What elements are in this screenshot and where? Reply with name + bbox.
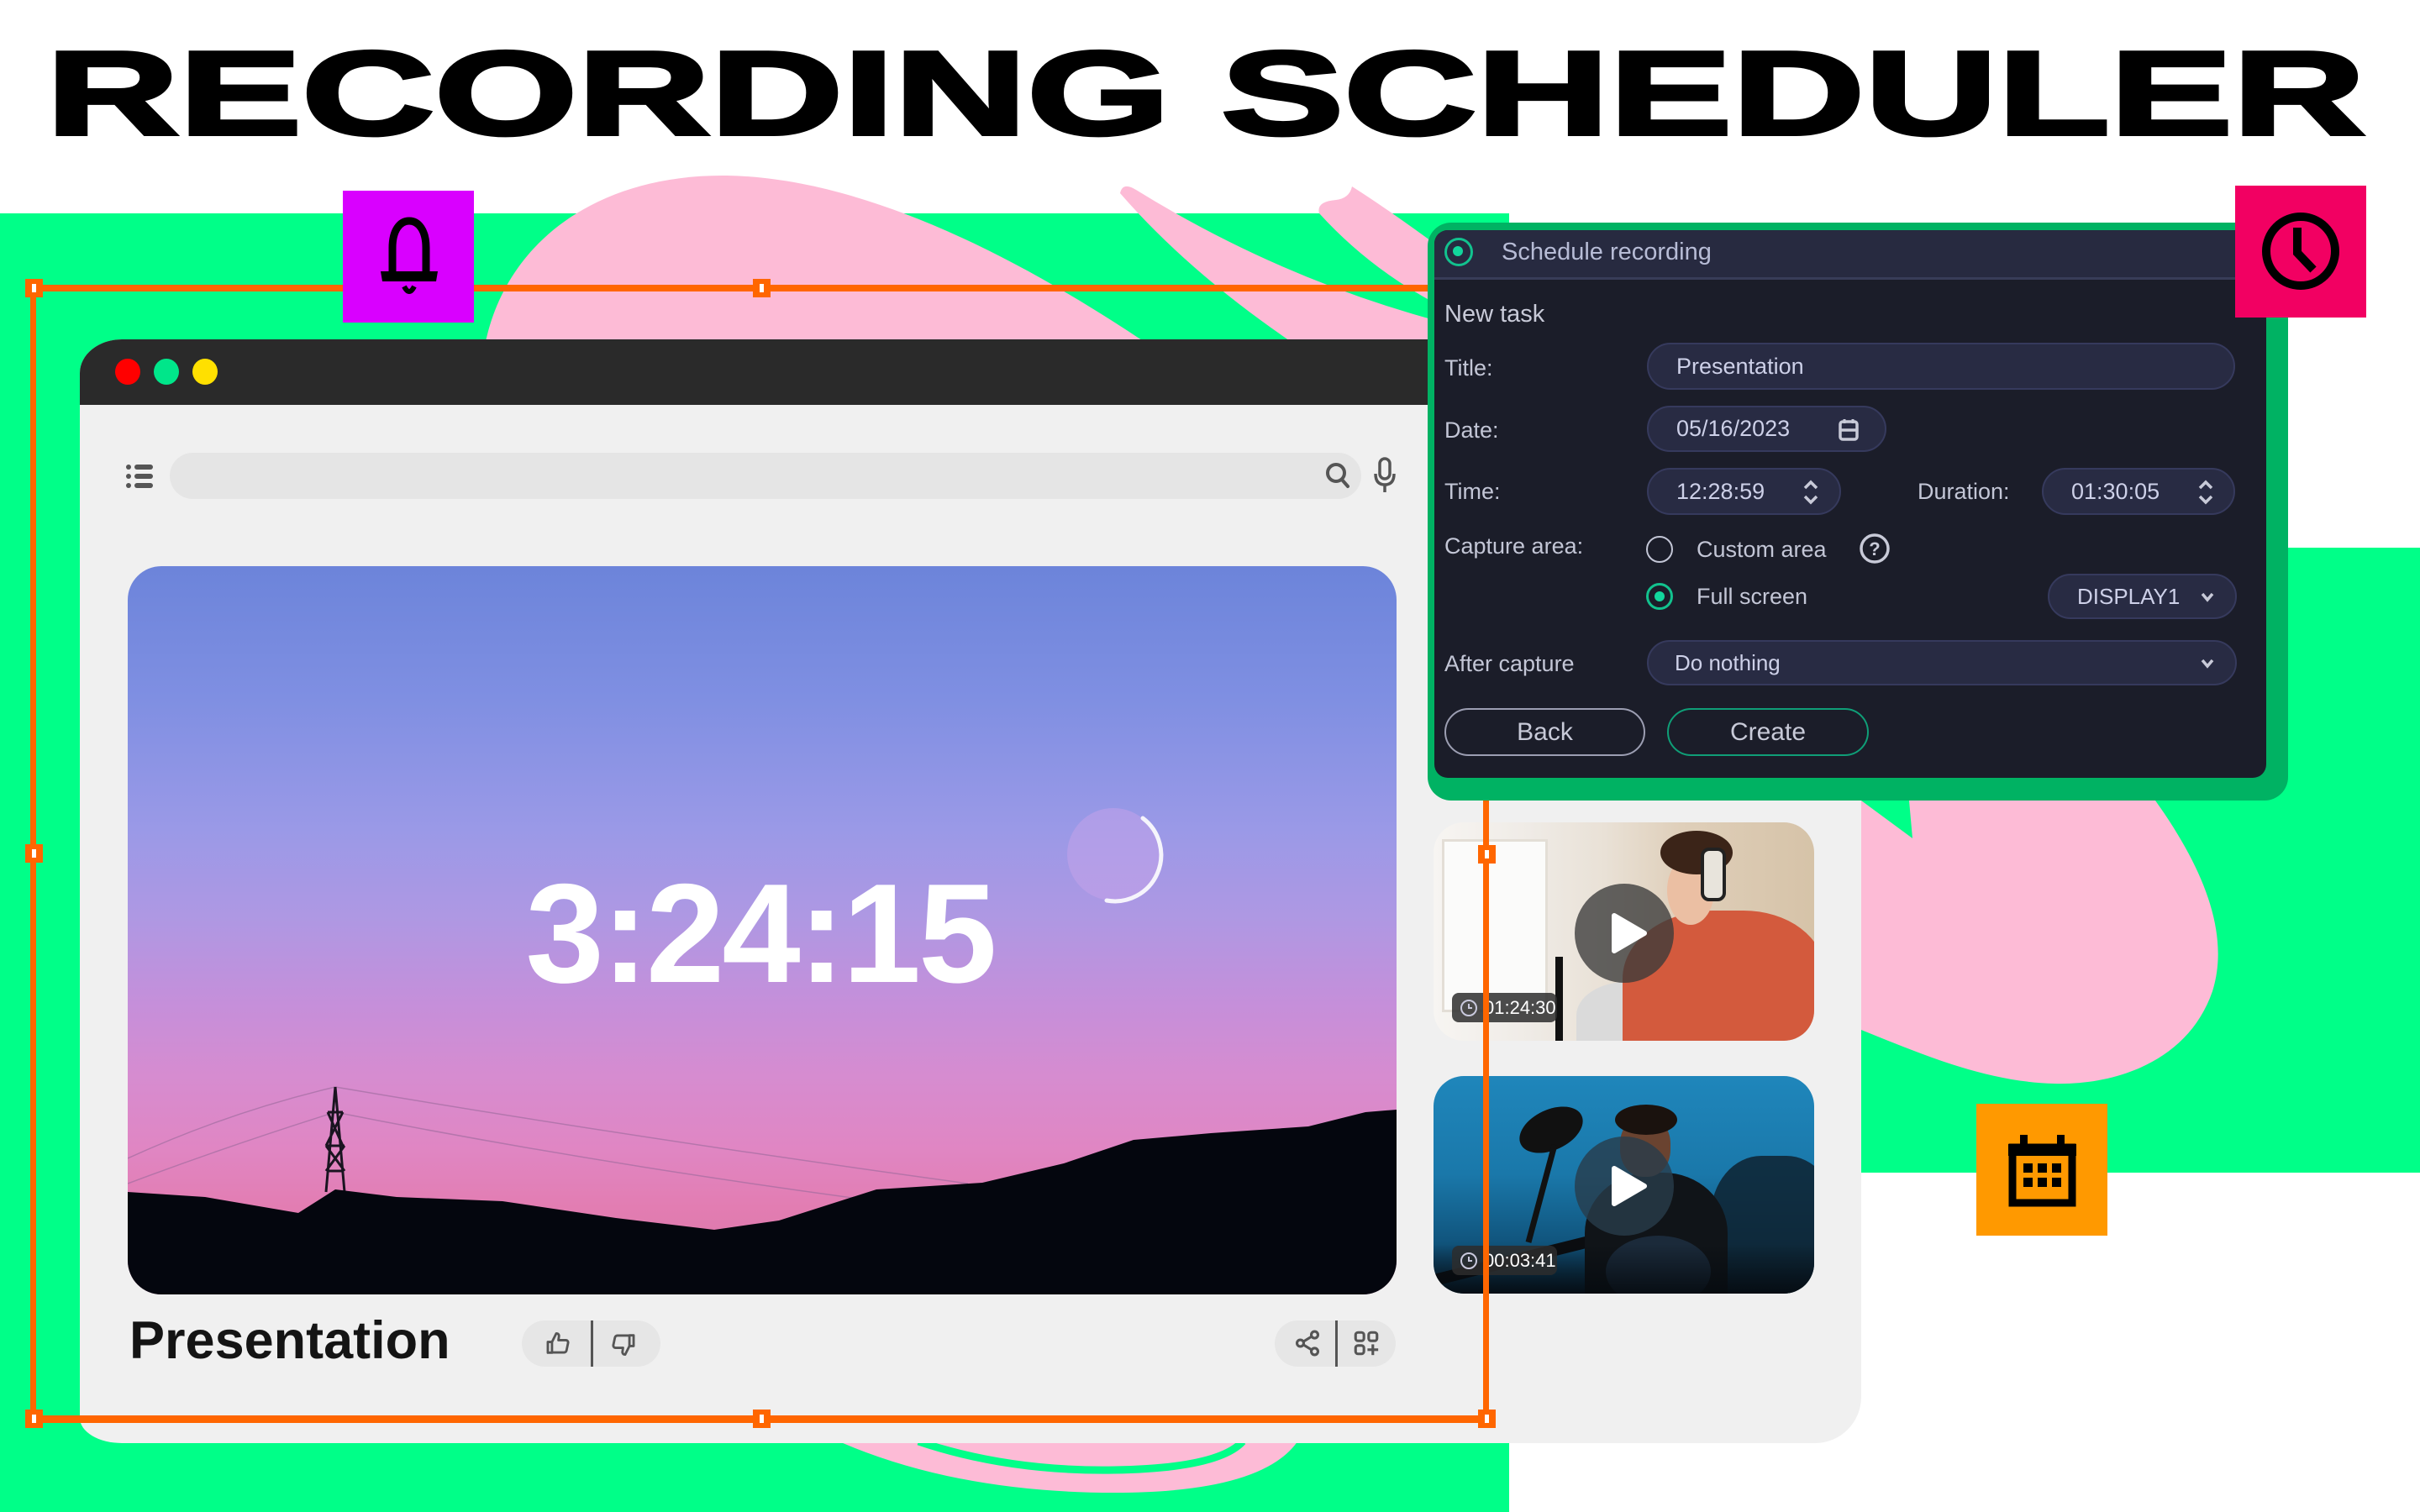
time-label: Time: xyxy=(1444,479,1501,504)
share-divider xyxy=(1335,1320,1338,1367)
search-bar[interactable] xyxy=(170,453,1361,501)
custom-area-radio[interactable] xyxy=(1646,536,1673,563)
chevron-down-icon xyxy=(2201,659,2214,669)
capture-area-label: Capture area: xyxy=(1444,533,1584,559)
resize-handle-bottom-right[interactable] xyxy=(1478,1410,1496,1428)
clock-icon xyxy=(1460,1000,1477,1016)
resize-handle-top-left[interactable] xyxy=(25,279,43,297)
after-capture-label: After capture xyxy=(1444,651,1575,676)
page-title: RECORDING SCHEDULER xyxy=(45,25,2367,162)
schedule-recording-dialog: Schedule recording New task Title: Date:… xyxy=(1434,230,2266,778)
custom-area-label[interactable]: Custom area xyxy=(1697,535,1827,564)
thumbnail-art xyxy=(1615,1105,1677,1135)
video-thumbnail[interactable]: 00:03:41 xyxy=(1434,1076,1814,1294)
window-maximize-button[interactable] xyxy=(192,359,218,385)
video-title: Presentation xyxy=(129,1311,450,1370)
resize-handle-bottom-left[interactable] xyxy=(25,1410,43,1428)
duration-field[interactable] xyxy=(2042,468,2235,515)
title-label: Title: xyxy=(1444,355,1493,381)
time-field[interactable] xyxy=(1647,468,1841,515)
date-label: Date: xyxy=(1444,417,1499,443)
countdown-timer: 3:24:15 xyxy=(525,854,997,1012)
thumbs-up-icon[interactable] xyxy=(544,1329,572,1357)
pink-blob-bottom xyxy=(828,1436,1301,1493)
play-icon xyxy=(1612,913,1647,953)
clock-badge xyxy=(2235,186,2366,318)
canvas: RECORDING SCHEDULER 3:24:15 Presentation… xyxy=(0,0,2420,1512)
after-capture-select[interactable]: Do nothing xyxy=(1647,640,2237,685)
title-field[interactable] xyxy=(1647,343,2235,390)
bell-badge xyxy=(343,191,474,323)
resize-handle-top[interactable] xyxy=(753,279,771,297)
date-input[interactable] xyxy=(1676,407,1828,450)
thumbnail-art xyxy=(1525,1144,1558,1243)
resize-handle-bottom[interactable] xyxy=(753,1410,771,1428)
back-button[interactable]: Back xyxy=(1444,708,1645,756)
share-icon[interactable] xyxy=(1293,1329,1322,1357)
thumbnail-art xyxy=(1701,848,1726,901)
resize-handle-right[interactable] xyxy=(1478,845,1496,864)
microphone-icon[interactable] xyxy=(1372,457,1397,494)
pink-blob-right xyxy=(1853,798,2218,1084)
dialog-title: Schedule recording xyxy=(1502,239,1712,265)
duration-badge: 01:24:30 xyxy=(1452,993,1557,1022)
power-tower xyxy=(324,1086,346,1193)
time-spinner-icon[interactable] xyxy=(1802,478,1820,507)
calendar-badge xyxy=(1976,1104,2107,1236)
thumbnail-window-art xyxy=(1442,839,1548,1012)
full-screen-radio[interactable] xyxy=(1646,583,1673,610)
search-input[interactable] xyxy=(195,453,1307,501)
window-minimize-button[interactable] xyxy=(154,359,179,385)
clock-icon xyxy=(2262,213,2339,290)
search-icon[interactable] xyxy=(1325,462,1350,489)
calendar-picker-icon[interactable] xyxy=(1838,418,1860,442)
list-icon[interactable] xyxy=(126,464,155,489)
section-heading: New task xyxy=(1444,301,1545,328)
play-icon xyxy=(1612,1166,1647,1206)
date-field[interactable] xyxy=(1647,406,1886,452)
share-pill xyxy=(1275,1320,1396,1367)
full-screen-label[interactable]: Full screen xyxy=(1697,582,1807,611)
duration-label: Duration: xyxy=(1918,479,2010,504)
rating-divider xyxy=(591,1320,593,1367)
time-input[interactable] xyxy=(1676,470,1786,513)
play-button[interactable] xyxy=(1575,884,1674,983)
window-close-button[interactable] xyxy=(115,359,140,385)
display-select[interactable]: DISPLAY1 xyxy=(2048,574,2237,619)
title-input[interactable] xyxy=(1676,344,2214,388)
bell-icon xyxy=(381,217,438,294)
help-icon[interactable]: ? xyxy=(1859,533,1891,564)
rating-pill xyxy=(522,1320,660,1367)
chevron-down-icon xyxy=(2201,592,2214,602)
page-title-text: RECORDING SCHEDULER xyxy=(46,27,2365,160)
after-capture-value: Do nothing xyxy=(1675,649,1781,675)
dialog-header: Schedule recording xyxy=(1434,230,2266,280)
calendar-icon xyxy=(2008,1135,2076,1207)
clock-icon xyxy=(1460,1252,1477,1269)
mountain-silhouette xyxy=(128,1110,1397,1294)
svg-text:?: ? xyxy=(1869,538,1880,559)
display-select-value: DISPLAY1 xyxy=(2077,583,2181,609)
play-button[interactable] xyxy=(1575,1137,1674,1236)
duration-input[interactable] xyxy=(2071,470,2181,513)
thumbs-down-icon[interactable] xyxy=(609,1331,638,1359)
video-player[interactable]: 3:24:15 xyxy=(128,566,1397,1294)
duration-text: 01:24:30 xyxy=(1484,997,1556,1018)
duration-badge: 00:03:41 xyxy=(1452,1246,1557,1275)
dialog-header-radio-icon xyxy=(1444,238,1473,266)
create-button[interactable]: Create xyxy=(1667,708,1869,756)
resize-handle-left[interactable] xyxy=(25,844,43,863)
duration-spinner-icon[interactable] xyxy=(2196,478,2215,507)
power-lines xyxy=(128,1086,969,1214)
add-to-collection-icon[interactable] xyxy=(1352,1329,1381,1357)
duration-text: 00:03:41 xyxy=(1484,1250,1556,1271)
